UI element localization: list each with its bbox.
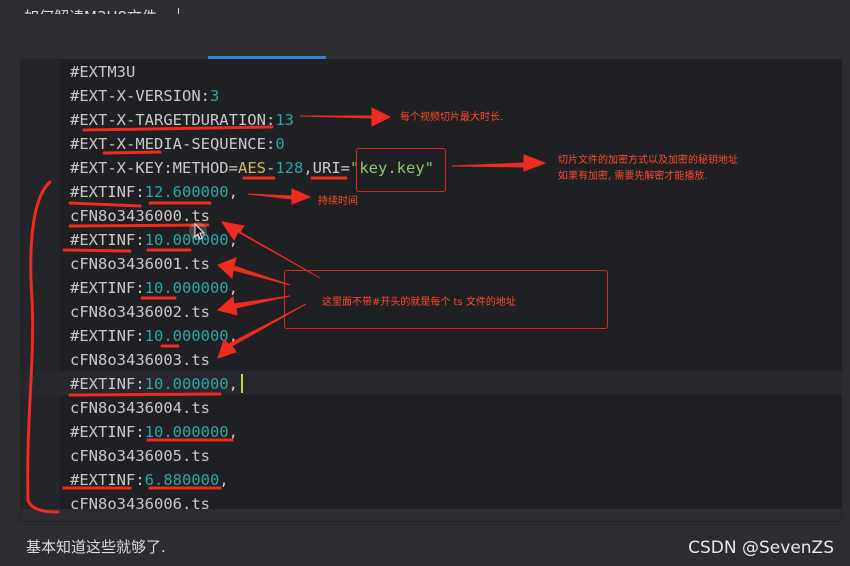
arrow-ts-1	[217, 257, 291, 286]
mouse-cursor-icon	[189, 222, 207, 240]
annotation-encryption-2: 如果有加密, 需要先解密才能播放.	[558, 171, 708, 182]
summary-caption: 基本知道这些就够了.	[26, 538, 166, 556]
annotation-target-duration: 每个视频切片最大时长.	[400, 112, 504, 123]
arrow-encryption	[451, 154, 547, 172]
annotation-ts-address: 这里面不带#开头的就是每个 ts 文件的地址	[322, 297, 516, 308]
annotation-duration: 持续时间	[318, 196, 358, 207]
csdn-watermark: CSDN @SevenZS	[688, 538, 834, 558]
arrow-ts-2	[216, 295, 291, 316]
annotation-encryption-1: 切片文件的加密方式以及加密的秘钥地址	[558, 155, 738, 166]
arrow-target-duration	[299, 107, 392, 127]
uri-highlight-box	[356, 148, 446, 192]
left-brace	[26, 180, 60, 514]
arrow-duration	[247, 188, 312, 205]
